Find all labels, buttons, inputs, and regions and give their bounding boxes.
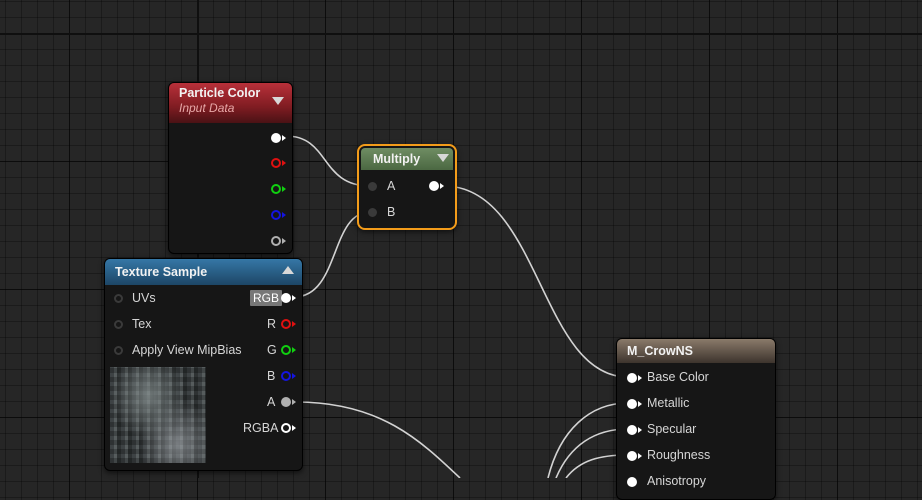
pin-label: Apply View MipBias: [132, 343, 242, 357]
texture-sample-node[interactable]: Texture Sample UVs Tex Apply View MipBia…: [104, 258, 303, 471]
input-pin-metallic[interactable]: [627, 399, 637, 409]
pin-arrow-icon: [292, 425, 296, 431]
output-pin-r[interactable]: [281, 319, 291, 329]
output-pin-result[interactable]: [429, 181, 439, 191]
output-pin-b[interactable]: [271, 210, 281, 220]
pin-label: A: [387, 179, 396, 193]
pin-arrow-icon: [282, 238, 286, 244]
input-pin-tex[interactable]: [114, 320, 123, 329]
pin-arrow-icon: [292, 399, 296, 405]
input-pin-a[interactable]: [368, 182, 377, 191]
output-pin-rgb[interactable]: [271, 133, 281, 143]
input-pin-uvs[interactable]: [114, 294, 123, 303]
pin-label: Roughness: [647, 448, 711, 462]
input-pin-specular[interactable]: [627, 425, 637, 435]
output-label-g: G: [267, 343, 277, 357]
multiply-node[interactable]: Multiply A B: [357, 144, 457, 230]
pin-label: Anisotropy: [647, 474, 707, 488]
material-header[interactable]: M_CrowNS: [617, 339, 775, 363]
input-pin-apply-view-mipbias[interactable]: [114, 346, 123, 355]
node-title: Texture Sample: [115, 265, 208, 279]
particle-color-header[interactable]: Particle Color Input Data: [169, 83, 292, 123]
pin-arrow-icon: [292, 347, 296, 353]
pin-label: Metallic: [647, 396, 690, 410]
output-label-rgb: RGB: [250, 290, 283, 306]
material-result-node[interactable]: M_CrowNS Base Color Metallic Specular Ro…: [616, 338, 776, 500]
input-pin-base-color[interactable]: [627, 373, 637, 383]
pin-arrow-icon: [638, 427, 642, 433]
pin-label: UVs: [132, 291, 156, 305]
output-pin-a[interactable]: [271, 236, 281, 246]
pin-label: Tex: [132, 317, 152, 331]
pin-arrow-icon: [440, 183, 444, 189]
texture-preview-thumbnail: [110, 367, 206, 463]
particle-color-node[interactable]: Particle Color Input Data: [168, 82, 293, 254]
output-pin-a[interactable]: [281, 397, 291, 407]
collapse-arrow-icon[interactable]: [437, 154, 449, 162]
node-title: M_CrowNS: [627, 344, 693, 358]
output-pin-b[interactable]: [281, 371, 291, 381]
output-pin-rgb[interactable]: [281, 293, 291, 303]
pin-arrow-icon: [282, 186, 286, 192]
input-pin-roughness[interactable]: [627, 451, 637, 461]
pin-arrow-icon: [638, 453, 642, 459]
pin-arrow-icon: [292, 295, 296, 301]
collapse-arrow-icon[interactable]: [282, 266, 294, 274]
collapse-arrow-icon[interactable]: [272, 97, 284, 105]
output-pin-r[interactable]: [271, 158, 281, 168]
input-pin-b[interactable]: [368, 208, 377, 217]
multiply-header[interactable]: Multiply: [361, 148, 453, 170]
pin-label: Base Color: [647, 370, 709, 384]
wire-alpha-to-offscreen: [295, 401, 461, 478]
node-title: Multiply: [373, 152, 421, 166]
pin-label: Specular: [647, 422, 697, 436]
output-label-r: R: [267, 317, 277, 331]
output-pin-g[interactable]: [281, 345, 291, 355]
pin-arrow-icon: [292, 373, 296, 379]
pin-label: B: [387, 205, 396, 219]
pin-arrow-icon: [282, 135, 286, 141]
input-pin-anisotropy[interactable]: [627, 477, 637, 487]
wire-multiply-to-base-color: [443, 185, 629, 378]
texture-sample-header[interactable]: Texture Sample: [105, 259, 302, 285]
pin-arrow-icon: [638, 375, 642, 381]
pin-arrow-icon: [282, 212, 286, 218]
output-pin-rgba[interactable]: [281, 423, 291, 433]
output-label-a: A: [267, 395, 276, 409]
pin-arrow-icon: [638, 401, 642, 407]
pin-arrow-icon: [292, 321, 296, 327]
output-label-b: B: [267, 369, 276, 383]
pin-arrow-icon: [282, 160, 286, 166]
output-label-rgba: RGBA: [243, 421, 279, 435]
output-pin-g[interactable]: [271, 184, 281, 194]
